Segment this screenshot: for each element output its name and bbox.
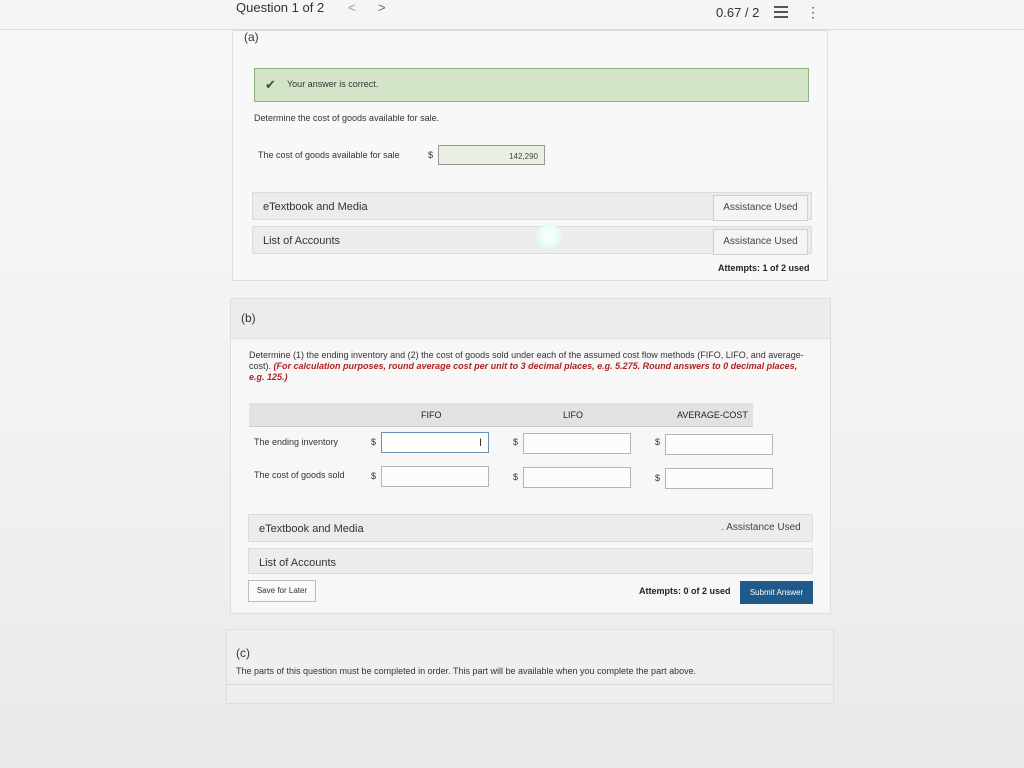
part-b-label: (b): [241, 311, 256, 325]
kebab-menu-icon[interactable]: ⋮: [806, 4, 820, 21]
column-fifo: FIFO: [421, 410, 442, 420]
currency-symbol: $: [513, 472, 519, 482]
question-counter: Question 1 of 2: [236, 0, 325, 15]
part-b-media-assistance-used[interactable]: . Assistance Used: [712, 516, 810, 542]
ending-inventory-average-input[interactable]: [665, 434, 773, 455]
part-b-list-of-accounts-label: List of Accounts: [259, 557, 337, 569]
part-b-list-of-accounts-bar[interactable]: List of Accounts: [248, 548, 813, 574]
top-bar: Question 1 of 2 < > 0.67 / 2 ⋮: [0, 0, 1024, 30]
part-c-label: (c): [236, 646, 250, 660]
instruction-rounding-note: (For calculation purposes, round average…: [249, 361, 798, 382]
part-b-instructions: Determine (1) the ending inventory and (…: [249, 350, 809, 383]
submit-answer-button[interactable]: Submit Answer: [740, 581, 813, 604]
cost-of-goods-sold-label: The cost of goods sold: [254, 470, 345, 480]
column-lifo: LIFO: [563, 410, 584, 420]
currency-symbol: $: [655, 437, 661, 447]
score-display: 0.67 / 2: [716, 5, 760, 20]
currency-symbol: $: [428, 150, 434, 160]
cost-available-label: The cost of goods available for sale: [258, 150, 400, 160]
currency-symbol: $: [513, 437, 519, 447]
correct-feedback: ✔ Your answer is correct.: [254, 68, 809, 102]
previous-question-button[interactable]: <: [348, 0, 356, 15]
ending-inventory-label: The ending inventory: [254, 437, 339, 447]
column-average-cost: AVERAGE-COST: [677, 410, 748, 420]
cogs-average-input[interactable]: [665, 468, 773, 489]
list-icon[interactable]: [774, 6, 788, 18]
cogs-fifo-input[interactable]: [381, 466, 489, 487]
text-cursor-icon: I: [478, 437, 482, 449]
part-b-attempts: Attempts: 0 of 2 used: [639, 586, 731, 596]
etextbook-media-label: eTextbook and Media: [263, 201, 368, 213]
currency-symbol: $: [371, 471, 377, 481]
currency-symbol: $: [655, 473, 661, 483]
cost-available-input[interactable]: 142,290: [438, 145, 545, 165]
part-a-prompt: Determine the cost of goods available fo…: [254, 113, 440, 123]
part-b-etextbook-media-label: eTextbook and Media: [259, 523, 364, 535]
ending-inventory-fifo-input[interactable]: I: [381, 432, 489, 453]
part-a-attempts: Attempts: 1 of 2 used: [718, 263, 810, 273]
accounts-assistance-used-button[interactable]: Assistance Used: [713, 229, 808, 255]
part-c-divider: [227, 684, 833, 685]
cogs-lifo-input[interactable]: [523, 467, 631, 488]
media-assistance-used-button[interactable]: Assistance Used: [713, 195, 808, 221]
ending-inventory-lifo-input[interactable]: [523, 433, 631, 454]
feedback-text: Your answer is correct.: [287, 79, 379, 89]
next-question-button[interactable]: >: [378, 0, 386, 15]
save-for-later-button[interactable]: Save for Later: [248, 580, 316, 602]
list-of-accounts-label: List of Accounts: [263, 235, 341, 247]
screen-glare: [535, 223, 563, 249]
checkmark-icon: ✔: [265, 77, 276, 92]
currency-symbol: $: [371, 437, 377, 447]
part-c-locked-message: The parts of this question must be compl…: [236, 666, 697, 676]
part-b-header: [231, 299, 830, 339]
methods-table-header: FIFO LIFO AVERAGE-COST: [249, 403, 753, 427]
part-a-label: (a): [244, 30, 259, 44]
cost-available-value: 142,290: [509, 152, 538, 161]
